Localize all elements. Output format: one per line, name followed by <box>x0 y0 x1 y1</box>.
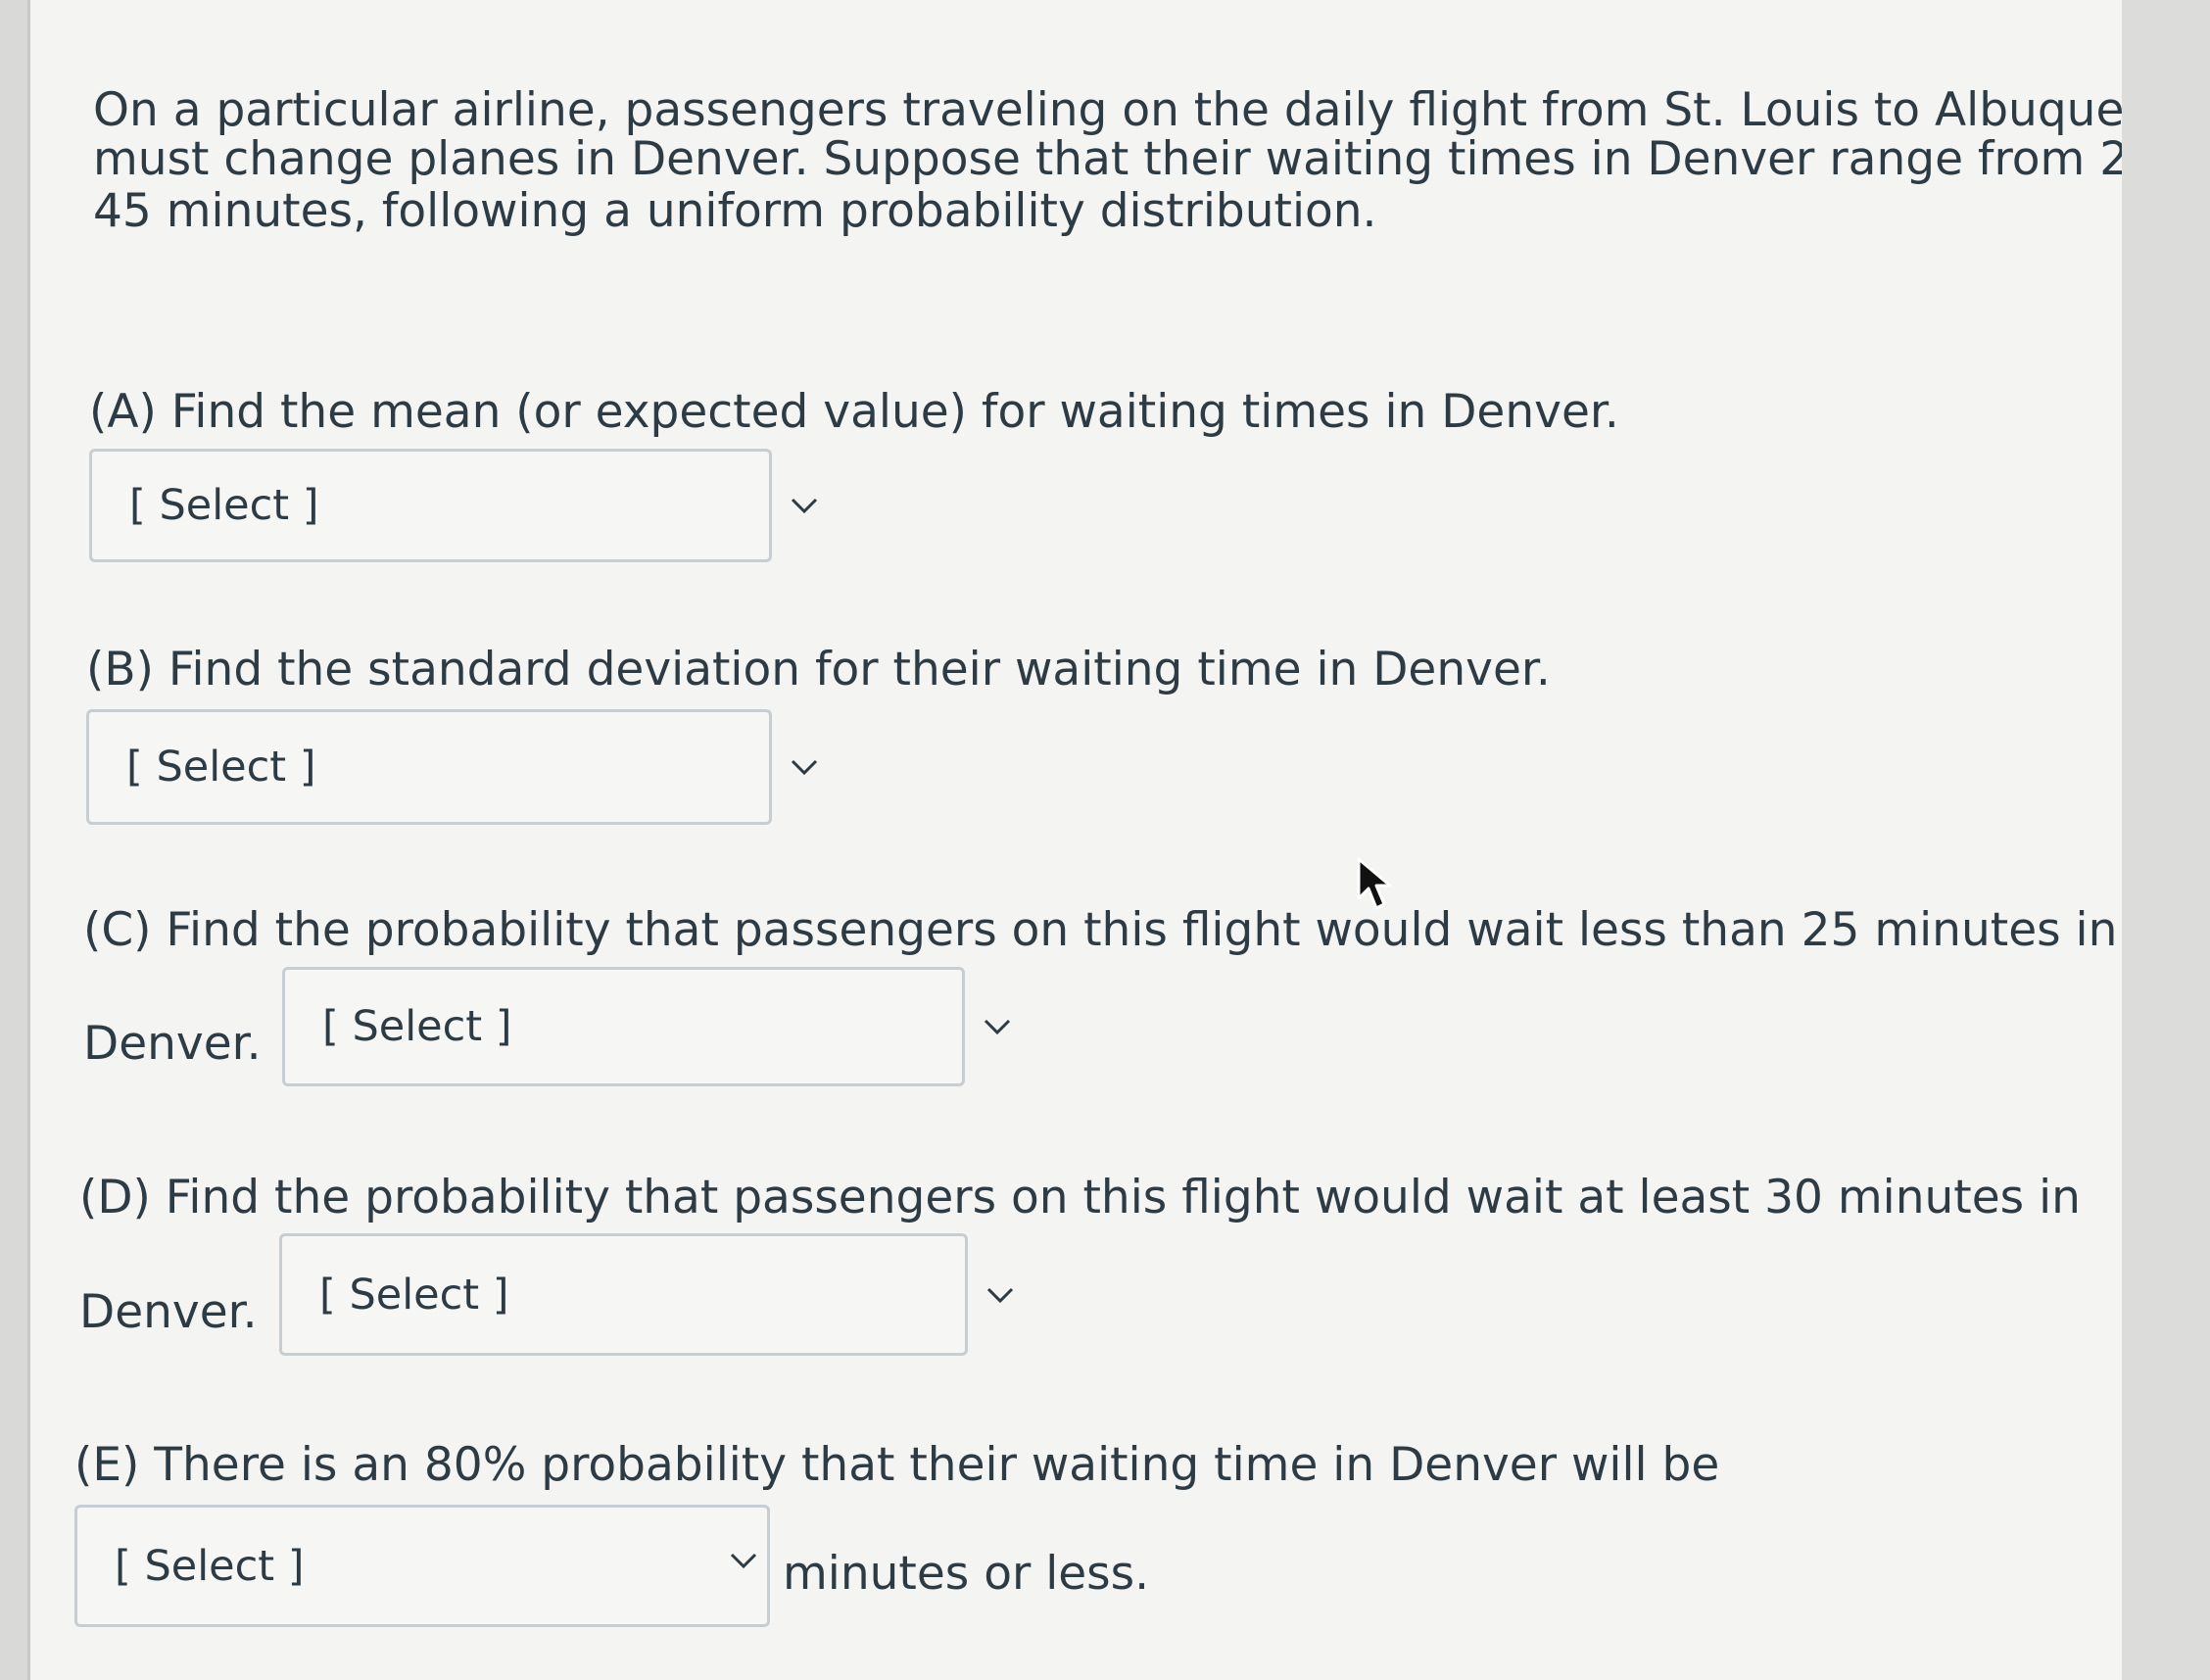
chevron-down-icon <box>730 1553 757 1568</box>
part-b-prompt: (B) Find the standard deviation for thei… <box>86 643 1551 696</box>
part-e-select[interactable]: [ Select ] <box>74 1505 770 1627</box>
quiz-question-panel: On a particular airline, passengers trav… <box>27 0 2210 1680</box>
right-gutter <box>2122 0 2210 1680</box>
part-e-prompt: (E) There is an 80% probability that the… <box>74 1438 1720 1492</box>
part-c-select-value: [ Select ] <box>322 1002 512 1051</box>
chevron-down-icon <box>986 1287 1014 1303</box>
part-a-select-value: [ Select ] <box>129 481 319 530</box>
part-d-prompt-cont: Denver. <box>79 1285 258 1339</box>
part-d-select[interactable]: [ Select ] <box>279 1233 1014 1356</box>
part-a-prompt: (A) Find the mean (or expected value) fo… <box>89 385 1619 439</box>
part-c-prompt: (C) Find the probability that passengers… <box>83 903 2118 957</box>
intro-line-3: 45 minutes, following a uniform probabil… <box>93 184 1377 238</box>
chevron-down-icon <box>984 1019 1011 1035</box>
part-b-select[interactable]: [ Select ] <box>86 709 818 825</box>
chevron-down-icon <box>791 759 818 776</box>
part-c-select[interactable]: [ Select ] <box>282 967 1011 1086</box>
part-c-prompt-cont: Denver. <box>83 1017 262 1071</box>
part-e-suffix: minutes or less. <box>783 1547 1150 1601</box>
mouse-pointer-icon <box>1357 857 1392 910</box>
part-b-select-value: [ Select ] <box>126 743 316 792</box>
part-e-select-value: [ Select ] <box>115 1541 305 1591</box>
chevron-down-icon <box>791 498 818 514</box>
part-d-select-value: [ Select ] <box>319 1270 509 1320</box>
part-a-select[interactable]: [ Select ] <box>89 449 818 562</box>
part-d-prompt: (D) Find the probability that passengers… <box>79 1171 2081 1224</box>
